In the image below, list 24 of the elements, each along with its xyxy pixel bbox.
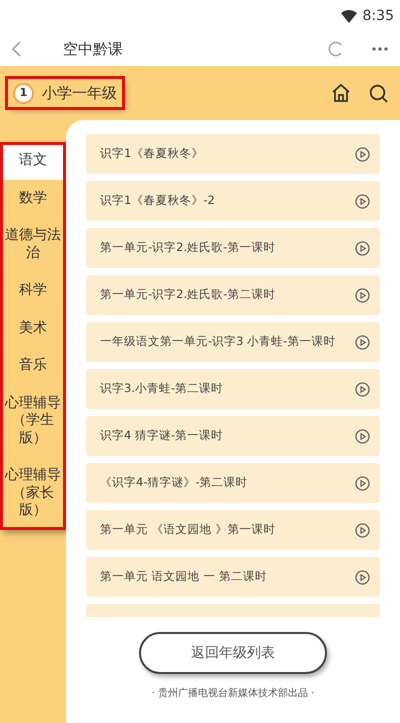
subject-tab[interactable]: 道德与法治 xyxy=(0,217,66,272)
subject-tab[interactable]: 心理辅导（家长版） xyxy=(0,457,66,530)
return-button[interactable]: 返回年级列表 xyxy=(139,632,327,674)
lesson-row[interactable]: 第一单元-识字2.姓氏歌-第二课时 xyxy=(86,275,380,315)
lesson-row[interactable]: 识字3.小青蛙-第二课时 xyxy=(86,369,380,409)
subject-tab[interactable]: 美术 xyxy=(0,310,66,347)
subject-tab[interactable]: 音乐 xyxy=(0,347,66,384)
subject-tab[interactable]: 心理辅导（学生版） xyxy=(0,384,66,457)
lesson-row[interactable]: 第一单元 《语文园地 》第一课时 xyxy=(86,510,380,550)
lesson-row[interactable]: 第一单元 语文园地 一 第二课时 xyxy=(86,557,380,597)
lesson-row[interactable]: 《识字4-猜字谜》-第二课时 xyxy=(86,463,380,503)
lesson-row[interactable]: 识字4 猜字谜-第一课时 xyxy=(86,416,380,456)
subject-tab[interactable]: 科学 xyxy=(0,272,66,310)
app-title: 空中黔课 xyxy=(63,38,124,60)
subject-tab[interactable]: 语文 xyxy=(0,142,66,180)
lesson-row[interactable]: 第一单元-识字2.姓氏歌-第一课时 xyxy=(86,228,380,268)
lesson-row[interactable]: 一年级语文第一单元-识字3 小青蛙-第一课时 xyxy=(86,322,380,362)
grade-badge: 1 xyxy=(13,82,34,104)
grade-name[interactable]: 小学一年级 xyxy=(42,82,117,104)
lesson-row[interactable]: 识字1《春夏秋冬》 xyxy=(86,134,380,174)
lesson-row[interactable]: 识字1《春夏秋冬》-2 xyxy=(86,181,380,221)
clock-time: 8:35 xyxy=(362,6,394,26)
subject-tab[interactable]: 数学 xyxy=(0,180,66,217)
footer-credit: · 贵州广播电视台新媒体技术部出品 · xyxy=(150,686,316,701)
